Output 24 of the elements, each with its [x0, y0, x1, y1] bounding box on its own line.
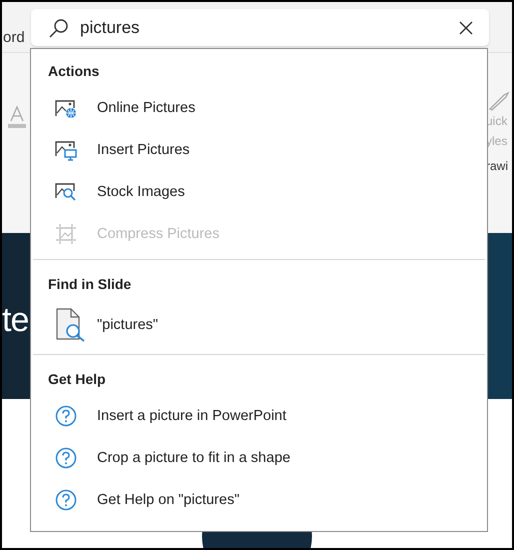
search-field[interactable]: pictures: [80, 18, 459, 38]
result-item[interactable]: Online Pictures: [31, 87, 487, 129]
help-icon: [55, 447, 77, 469]
picture-monitor-icon: [55, 139, 77, 161]
result-item[interactable]: Insert Pictures: [31, 129, 487, 171]
compress-picture-icon: [55, 223, 77, 245]
help-icon: [55, 489, 77, 511]
result-item[interactable]: Insert a picture in PowerPoint: [33, 395, 485, 437]
brush-icon: [488, 91, 510, 111]
result-item[interactable]: Crop a picture to fit in a shape: [33, 437, 485, 479]
ribbon-tab[interactable]: ord: [3, 29, 25, 52]
section-heading: Actions: [47, 62, 100, 81]
font-color-icon: [8, 105, 26, 129]
section-heading: Find in Slide: [47, 275, 132, 294]
search-icon: [48, 16, 70, 38]
close-icon[interactable]: [459, 20, 473, 34]
result-item[interactable]: "pictures": [33, 300, 485, 350]
result-item[interactable]: Stock Images: [31, 171, 487, 213]
result-item[interactable]: Get Help on "pictures": [33, 479, 485, 521]
slide-title: te: [2, 300, 28, 340]
help-icon: [55, 405, 77, 427]
section-heading: Get Help: [47, 370, 107, 389]
picture-magnifier-icon: [55, 181, 77, 203]
search-field[interactable]: pictures: [31, 9, 489, 46]
